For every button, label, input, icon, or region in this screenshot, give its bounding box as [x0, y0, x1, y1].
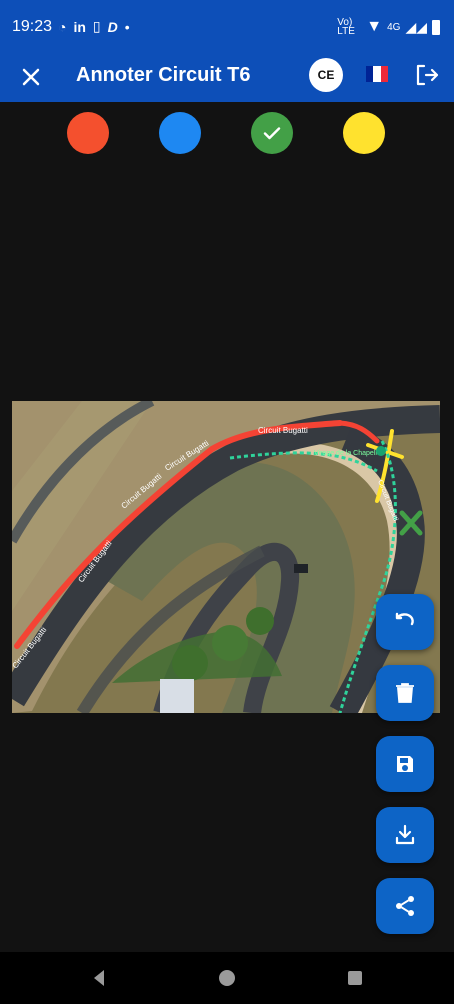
color-swatch-red[interactable]: [67, 112, 109, 154]
close-button[interactable]: [16, 62, 46, 92]
map-label: Virage de la Chapelle: [314, 450, 381, 457]
logout-button[interactable]: [414, 62, 440, 88]
color-swatch-green[interactable]: [251, 112, 293, 154]
network-label: Vo) LTE: [337, 17, 355, 37]
signal-icon: ◢◢: [405, 18, 427, 35]
share-icon: [396, 896, 414, 916]
undo-button[interactable]: [376, 594, 434, 650]
whatsapp-icon: ◔: [58, 18, 67, 35]
color-swatch-blue[interactable]: [159, 112, 201, 154]
status-bar: 19:23 ◔ in ▯ D • Vo) LTE ▼ 4G ◢◢: [0, 0, 454, 52]
battery-icon: [432, 19, 440, 35]
status-notification-icons: ◔ in ▯ D •: [58, 18, 130, 35]
cellular-label: 4G: [387, 21, 401, 33]
annotation-canvas[interactable]: Circuit Bugatti Circuit Bugatti Circuit …: [12, 401, 440, 713]
back-icon[interactable]: [89, 968, 109, 988]
fr-flag-icon[interactable]: [366, 66, 388, 82]
color-swatch-yellow[interactable]: [343, 112, 385, 154]
trash-icon: [396, 683, 414, 703]
status-dot: •: [124, 18, 130, 35]
home-icon[interactable]: [217, 968, 237, 988]
phone-icon: ▯: [92, 18, 101, 34]
avatar[interactable]: CE: [309, 58, 343, 92]
status-system-icons: Vo) LTE ▼ 4G ◢◢: [337, 17, 440, 37]
logout-icon: [416, 64, 439, 86]
download-icon: [395, 824, 415, 845]
wifi-icon: ▼: [366, 18, 383, 35]
navigation-bar: [0, 952, 454, 1004]
d-icon: D: [107, 18, 118, 35]
undo-icon: [395, 612, 414, 626]
status-time: 19:23: [12, 18, 53, 35]
linkedin-icon: in: [73, 18, 86, 35]
app-bar: Annoter Circuit T6 CE: [0, 52, 454, 102]
save-button[interactable]: [376, 736, 434, 792]
recents-icon[interactable]: [345, 968, 365, 988]
map-label: Circuit Bugatti: [258, 426, 308, 435]
satellite-image: Circuit Bugatti Circuit Bugatti Circuit …: [12, 401, 440, 713]
delete-button[interactable]: [376, 665, 434, 721]
color-palette: [0, 112, 454, 156]
download-button[interactable]: [376, 807, 434, 863]
check-icon: [263, 127, 281, 140]
close-icon: [22, 68, 40, 86]
share-button[interactable]: [376, 878, 434, 934]
page-title: Annoter Circuit T6: [76, 64, 251, 86]
save-icon: [397, 756, 413, 772]
